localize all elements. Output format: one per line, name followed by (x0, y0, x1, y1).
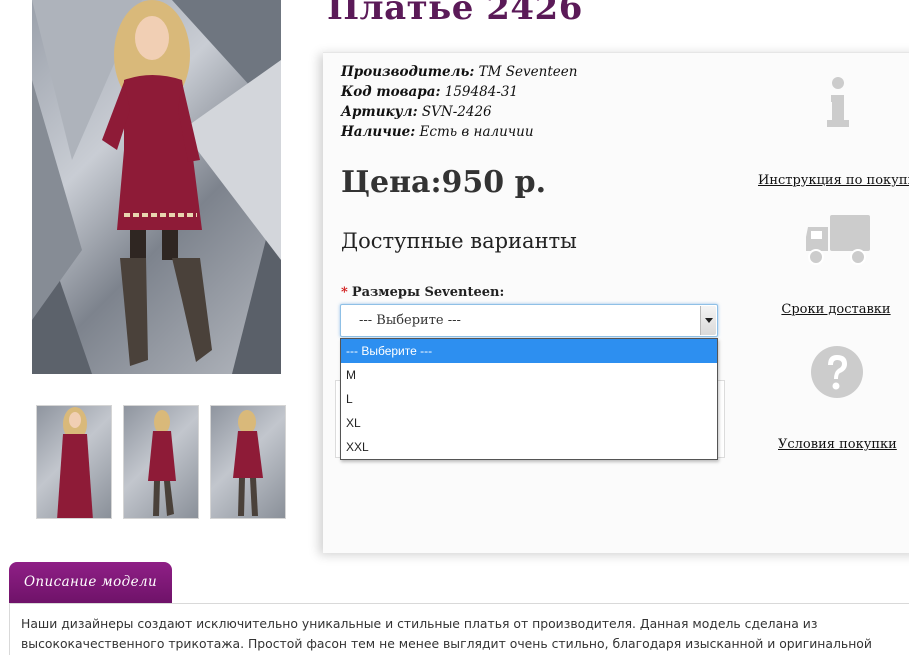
product-price: Цена:950 р. (341, 165, 546, 200)
size-option-l[interactable]: L (341, 387, 717, 411)
chevron-down-icon[interactable] (700, 306, 716, 335)
thumbnail-3[interactable] (210, 405, 286, 519)
tab-description[interactable]: Описание модели (9, 562, 172, 604)
required-mark: * (341, 285, 348, 300)
product-title: Платье 2426 (327, 0, 583, 28)
spec-value: SVN-2426 (421, 104, 492, 120)
description-panel: Наши дизайнеры создают исключительно уни… (9, 603, 909, 655)
delivery-link[interactable]: Сроки доставки (778, 302, 894, 317)
spec-availability: Наличие: Есть в наличии (341, 122, 577, 142)
price-value: 950 р. (441, 165, 547, 200)
description-text: Наши дизайнеры создают исключительно уни… (21, 616, 872, 651)
price-label: Цена: (341, 165, 442, 200)
spec-article: Артикул: SVN-2426 (341, 102, 577, 122)
conditions-block: Условия покупки (778, 343, 897, 452)
info-icon (826, 77, 849, 127)
spec-value: Есть в наличии (419, 124, 534, 140)
truck-icon (806, 215, 870, 265)
thumbnail-2[interactable] (123, 405, 199, 519)
size-option-xl[interactable]: XL (341, 411, 717, 435)
spec-code: Код товара: 159484-31 (341, 82, 577, 102)
instructions-link[interactable]: Инструкция по покупке (758, 173, 909, 188)
spec-label: Код товара: (341, 84, 441, 100)
spec-label: Артикул: (341, 104, 418, 120)
question-icon (811, 346, 864, 398)
size-label-text: Размеры Seventeen: (351, 285, 505, 300)
product-main-photo[interactable] (32, 0, 281, 374)
size-option-m[interactable]: M (341, 363, 717, 387)
spec-manufacturer: Производитель: TM Seventeen (341, 62, 577, 82)
spec-list: Производитель: TM Seventeen Код товара: … (341, 62, 577, 142)
delivery-block: Сроки доставки (778, 213, 894, 317)
size-select-value: --- Выберите --- (359, 313, 461, 328)
conditions-link[interactable]: Условия покупки (778, 437, 897, 452)
spec-label: Производитель: (341, 64, 475, 80)
thumbnail-1[interactable] (36, 405, 112, 519)
size-dropdown-list: --- Выберите --- M L XL XXL (340, 338, 718, 460)
product-info-panel: Производитель: TM Seventeen Код товара: … (323, 52, 909, 553)
size-select[interactable]: --- Выберите --- (340, 304, 718, 337)
variants-heading: Доступные варианты (341, 229, 577, 253)
instructions-block: Инструкция по покупке (758, 75, 909, 188)
spec-label: Наличие: (341, 124, 416, 140)
size-option-xxl[interactable]: XXL (341, 435, 717, 459)
size-option-placeholder[interactable]: --- Выберите --- (341, 339, 717, 363)
spec-value: TM Seventeen (478, 64, 578, 80)
size-label: * Размеры Seventeen: (341, 285, 504, 300)
spec-value: 159484-31 (444, 84, 519, 100)
